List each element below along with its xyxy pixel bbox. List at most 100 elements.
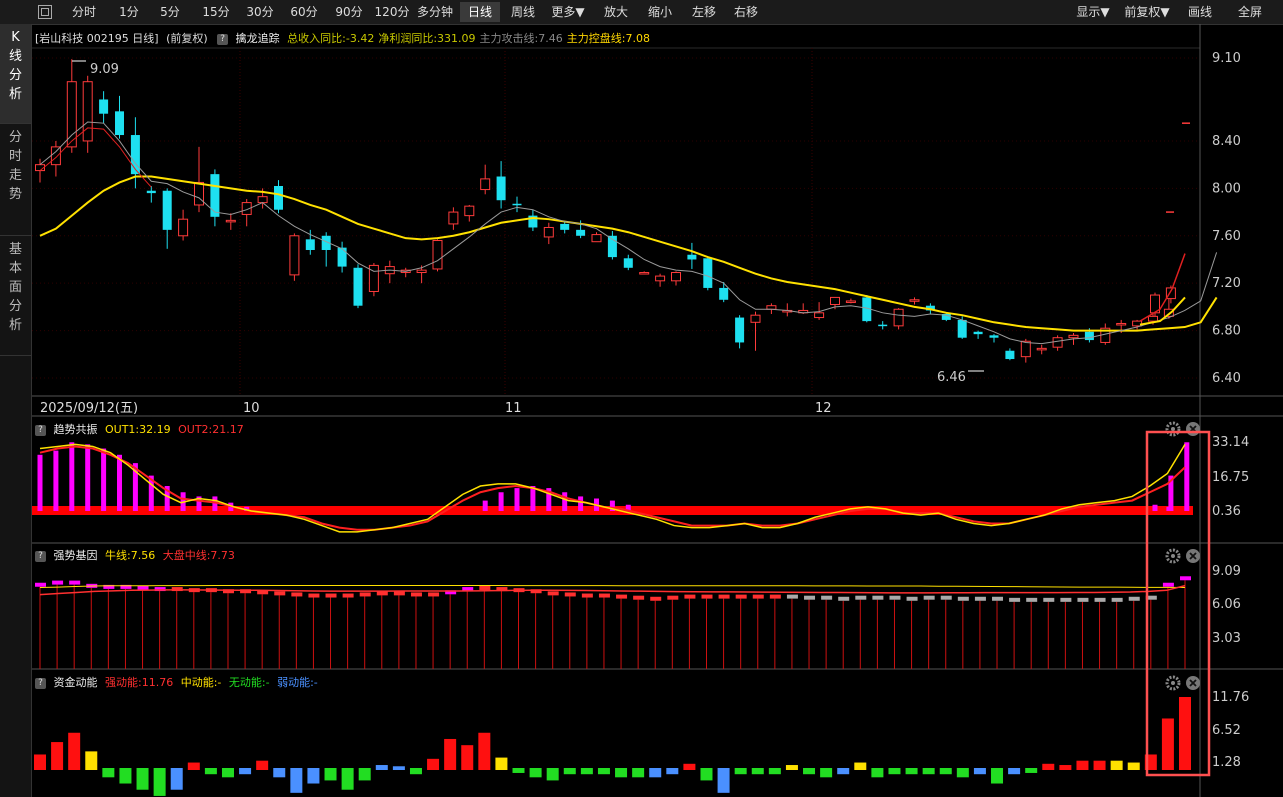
date-label-1: 10 — [243, 401, 260, 416]
date-label-2: 11 — [505, 401, 522, 416]
candle-body-2 — [66, 81, 77, 148]
p3-bar-0 — [35, 582, 46, 587]
p3-bar-32 — [581, 593, 593, 598]
p4-bar-25 — [461, 745, 474, 770]
ma-yellow-end — [1139, 296, 1186, 326]
p4-bar-5 — [119, 768, 132, 784]
candle-body-26 — [448, 211, 459, 225]
candle-body-50 — [830, 296, 840, 306]
price-tick-5: 6.80 — [1212, 324, 1241, 339]
p4-bar-63 — [1110, 760, 1123, 770]
candle-body-55 — [909, 299, 920, 302]
p3-bar-60 — [1060, 597, 1072, 602]
p3-bar-41 — [735, 594, 747, 599]
p3-bar-56 — [992, 596, 1004, 601]
price-tick-4: 7.20 — [1212, 276, 1241, 291]
p4-bar-60 — [1059, 765, 1072, 770]
candle-body-66 — [1084, 331, 1094, 341]
p3-bar-62 — [1094, 597, 1106, 602]
p4-bar-46 — [820, 768, 833, 778]
p3-bar-33 — [598, 593, 610, 598]
p3-bar-49 — [872, 595, 884, 600]
candle-body-54 — [893, 308, 904, 327]
candle-body-7 — [146, 190, 156, 194]
p4-bar-34 — [615, 768, 628, 778]
p2-out2-line — [39, 445, 1186, 531]
p3-bar-42 — [752, 594, 764, 599]
p4-bar-24 — [444, 738, 457, 770]
p3-bar-48 — [855, 595, 867, 600]
p3-bar-39 — [701, 594, 713, 599]
candle-body-17 — [305, 239, 315, 250]
p2-bar-72 — [1152, 504, 1158, 511]
p4-bar-51 — [905, 768, 918, 775]
p2-bar-0 — [37, 454, 43, 511]
price-tick-3: 7.60 — [1212, 229, 1241, 244]
price-tick-1: 8.40 — [1212, 134, 1241, 149]
low-label: 6.46 — [937, 370, 966, 385]
chart-canvas[interactable]: 9.10 8.40 8.00 7.60 7.20 6.80 6.40 9.09 6.46 2025… — [0, 0, 1283, 797]
date-label-3: 12 — [815, 401, 832, 416]
candle-body-29 — [496, 176, 506, 201]
p3-bar-61 — [1077, 597, 1089, 602]
p3-bar-30 — [547, 591, 559, 596]
p4-bar-12 — [239, 768, 252, 775]
candle-body-28 — [480, 178, 491, 191]
p2-bar-3 — [85, 444, 91, 511]
p4-bar-58 — [1025, 768, 1038, 773]
p3-bar-51 — [906, 596, 918, 601]
p3-bar-20 — [376, 591, 388, 596]
p3-bar-55 — [974, 596, 986, 601]
candle-body-58 — [957, 319, 967, 338]
p4-bar-41 — [734, 768, 747, 775]
p4-bar-61 — [1076, 760, 1089, 770]
p4-bar-35 — [632, 768, 645, 778]
p4-bar-19 — [358, 768, 371, 781]
p3-bar-22 — [410, 592, 422, 597]
p3-bar-64 — [1128, 596, 1140, 601]
p3-yellow-line — [39, 585, 1186, 588]
candle-body-14 — [257, 196, 268, 204]
candle-body-43 — [719, 287, 729, 300]
p4-bar-37 — [666, 768, 679, 775]
p4-bar-44 — [785, 765, 798, 770]
candle-body-53 — [878, 324, 888, 327]
p3-bar-31 — [564, 592, 576, 597]
p3-bar-53 — [940, 595, 952, 600]
candle-body-63 — [1036, 347, 1047, 351]
p4-bar-7 — [153, 768, 166, 796]
p2-bar-30 — [514, 488, 520, 511]
price-tick-6: 6.40 — [1212, 371, 1241, 386]
candle-body-4 — [99, 99, 109, 114]
p3-bar-66 — [1162, 582, 1174, 587]
price-tick-2: 8.00 — [1212, 181, 1241, 196]
p4-bar-0 — [34, 754, 46, 770]
p2-out1-line — [39, 443, 1186, 533]
candle-body-25 — [432, 240, 443, 270]
candle-body-27 — [464, 205, 475, 217]
p3-bar-58 — [1026, 597, 1038, 602]
candle-body-59 — [973, 331, 983, 335]
p4-bar-9 — [187, 762, 200, 770]
p4-bar-56 — [991, 768, 1004, 784]
p3-bar-17 — [325, 593, 337, 598]
p4-bar-6 — [136, 768, 149, 790]
p3-bar-1 — [52, 580, 64, 585]
candle-body-37 — [623, 258, 633, 268]
ma-red-end — [1139, 253, 1186, 322]
p3-tick-1: 6.06 — [1212, 597, 1241, 612]
candle-body-64 — [1052, 337, 1063, 348]
p4-bar-43 — [768, 768, 781, 775]
candle-body-44 — [735, 317, 745, 343]
p2-bar-34 — [578, 496, 584, 511]
candle-body-70 — [1148, 315, 1158, 322]
p3-bar-43 — [769, 594, 781, 599]
candle-body-39 — [655, 275, 666, 282]
p3-bar-2 — [69, 580, 81, 585]
p3-bar-46 — [821, 595, 833, 600]
candle-body-41 — [687, 254, 697, 260]
p2-bar-28 — [482, 500, 488, 511]
p4-bar-23 — [427, 758, 440, 770]
p3-bar-38 — [684, 594, 696, 599]
p4-bar-30 — [546, 768, 559, 781]
